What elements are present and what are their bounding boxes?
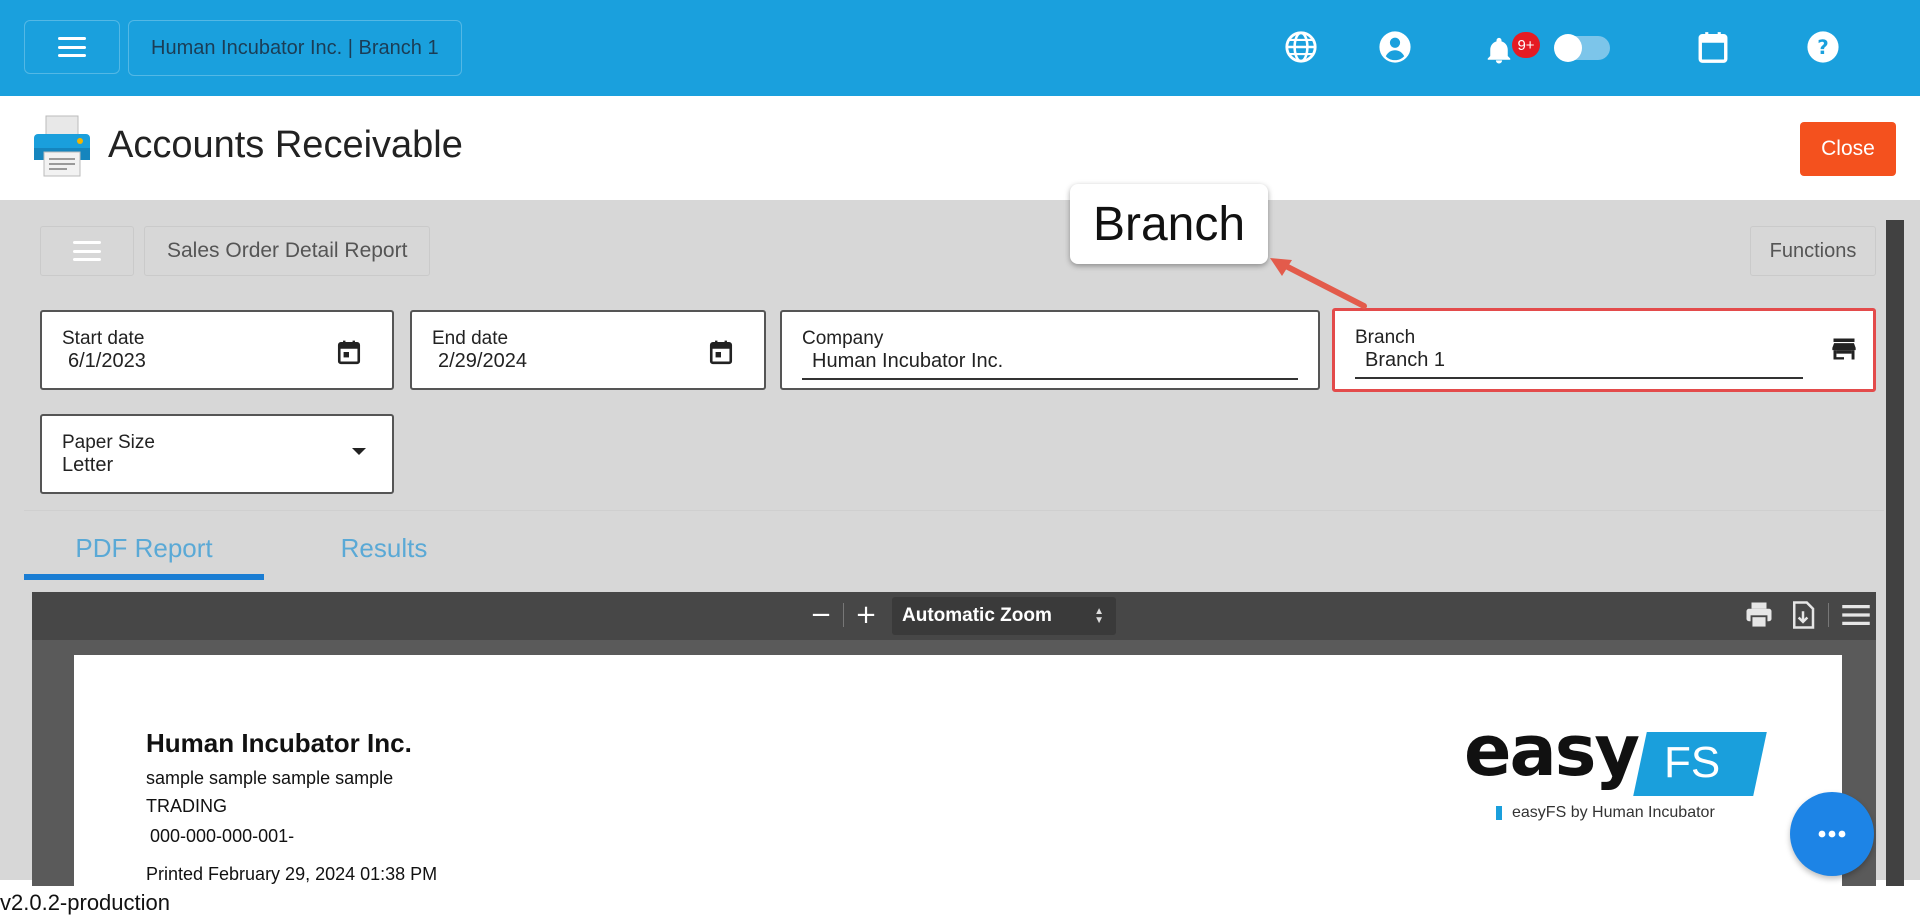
doc-printed-date: Printed February 29, 2024 01:38 PM xyxy=(146,864,438,884)
toolbar-separator xyxy=(1828,603,1829,627)
easyfs-logo-fs: FS xyxy=(1664,738,1721,787)
tab-pdf-report[interactable]: PDF Report xyxy=(24,520,264,576)
active-tab-indicator xyxy=(24,574,264,580)
start-date-field[interactable]: Start date 6/1/2023 xyxy=(40,310,394,390)
moon-icon xyxy=(1622,28,1656,62)
store-icon[interactable] xyxy=(1829,335,1859,361)
zoom-select[interactable]: Automatic Zoom ▲ ▼ xyxy=(892,597,1116,635)
scrollbar[interactable] xyxy=(1886,220,1904,890)
company-underline xyxy=(802,378,1298,380)
callout-arrow xyxy=(1270,258,1367,309)
toolbar-separator xyxy=(843,603,844,627)
top-app-bar: Human Incubator Inc. | Branch 1 9+ ? xyxy=(0,0,1920,96)
logo-accent xyxy=(1496,806,1502,820)
doc-line: sample sample sample sample xyxy=(146,768,394,788)
main-menu-button[interactable] xyxy=(24,20,120,74)
company-value: Human Incubator Inc. xyxy=(812,350,1004,372)
menu-icon xyxy=(58,37,86,57)
branch-field[interactable]: Branch Branch 1 xyxy=(1332,308,1876,392)
account-circle-icon[interactable] xyxy=(1378,30,1412,64)
chevron-down-icon xyxy=(352,448,366,455)
svg-text:?: ? xyxy=(1817,36,1829,59)
doc-line: TRADING xyxy=(146,796,227,816)
branch-label: Branch xyxy=(1355,327,1416,348)
start-date-value: 6/1/2023 xyxy=(68,350,146,372)
branch-value: Branch 1 xyxy=(1365,349,1446,371)
notification-badge: 9+ xyxy=(1512,32,1540,58)
menu-icon xyxy=(73,241,101,261)
end-date-label: End date xyxy=(432,328,509,349)
company-branch-chip[interactable]: Human Incubator Inc. | Branch 1 xyxy=(128,20,462,76)
tools-menu-icon[interactable] xyxy=(1841,600,1871,630)
end-date-value: 2/29/2024 xyxy=(438,350,527,372)
functions-button[interactable]: Functions xyxy=(1750,226,1876,276)
calendar-icon[interactable] xyxy=(336,338,362,365)
zoom-out-button[interactable]: − xyxy=(806,598,836,632)
end-date-field[interactable]: End date 2/29/2024 xyxy=(410,310,766,390)
report-menu-button[interactable] xyxy=(40,226,134,276)
help-icon[interactable]: ? xyxy=(1806,30,1840,64)
page-title: Accounts Receivable xyxy=(108,124,463,166)
paper-size-label: Paper Size xyxy=(62,432,155,453)
zoom-select-label: Automatic Zoom xyxy=(902,605,1052,626)
divider xyxy=(24,510,1884,511)
branch-underline xyxy=(1355,377,1803,379)
company-label: Company xyxy=(802,328,884,349)
company-field[interactable]: Company Human Incubator Inc. xyxy=(780,310,1320,390)
more-horizontal-icon xyxy=(1818,830,1846,838)
doc-line: 000-000-000-001- xyxy=(150,826,295,846)
print-icon[interactable] xyxy=(1744,600,1774,630)
close-button[interactable]: Close xyxy=(1800,122,1896,176)
easyfs-tagline: easyFS by Human Incubator xyxy=(1512,804,1715,821)
page-header: Accounts Receivable Close xyxy=(0,96,1920,200)
easyfs-logo: easy xyxy=(1464,710,1640,792)
theme-toggle[interactable] xyxy=(1554,34,1610,62)
bell-icon[interactable] xyxy=(1482,34,1516,68)
zoom-in-button[interactable]: + xyxy=(851,598,881,632)
tab-results[interactable]: Results xyxy=(264,520,504,576)
chat-fab-button[interactable] xyxy=(1790,792,1874,876)
doc-company-name: Human Incubator Inc. xyxy=(146,728,412,758)
start-date-label: Start date xyxy=(62,328,145,349)
calendar-icon[interactable] xyxy=(708,338,734,365)
calendar-icon[interactable] xyxy=(1696,30,1730,64)
paper-size-select[interactable]: Paper Size Letter xyxy=(40,414,394,494)
toggle-knob xyxy=(1554,34,1582,62)
select-arrows-icon: ▲ ▼ xyxy=(1094,606,1104,626)
globe-icon[interactable] xyxy=(1284,30,1318,64)
footer xyxy=(0,886,1920,919)
paper-size-value: Letter xyxy=(62,454,114,476)
branch-callout: Branch xyxy=(1070,184,1268,264)
printer-icon xyxy=(30,114,94,178)
version-label: v2.0.2-production xyxy=(0,890,170,915)
report-name-chip[interactable]: Sales Order Detail Report xyxy=(144,226,431,276)
download-icon[interactable] xyxy=(1788,600,1818,630)
